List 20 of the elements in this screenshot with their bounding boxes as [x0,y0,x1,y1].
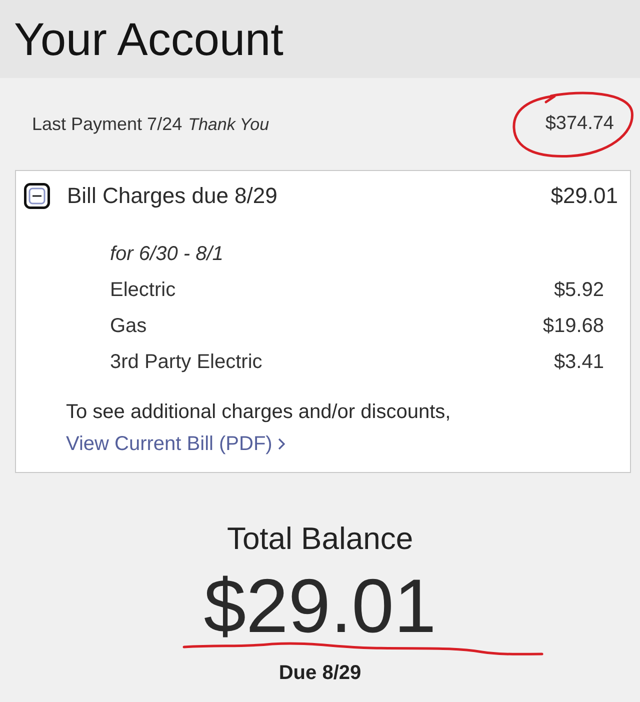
charge-amount: $19.68 [542,314,604,338]
charge-name: 3rd Party Electric [110,350,262,374]
billing-period: for 6/30 - 8/1 [110,242,224,266]
page-title: Your Account [14,16,284,62]
collapse-icon [24,183,50,209]
toggle-button[interactable] [24,183,50,209]
view-bill-link[interactable]: View Current Bill (PDF) [66,432,286,456]
charge-amount: $3.41 [554,350,604,374]
last-payment-amount: $374.74 [545,113,614,135]
bill-charges-title: Bill Charges due 8/29 [67,183,278,209]
charge-name: Gas [110,314,147,338]
charge-amount: $5.92 [554,278,604,302]
charge-name: Electric [110,278,176,302]
due-date: Due 8/29 [278,661,362,685]
total-balance-label: Total Balance [226,521,414,557]
chevron-right-icon [278,438,286,450]
total-balance-amount: $29.01 [204,565,436,649]
last-payment-text: Last Payment 7/24 Thank You [32,114,270,134]
bill-charges-amount: $29.01 [550,183,618,209]
charges-note: To see additional charges and/or discounts, [66,400,452,424]
